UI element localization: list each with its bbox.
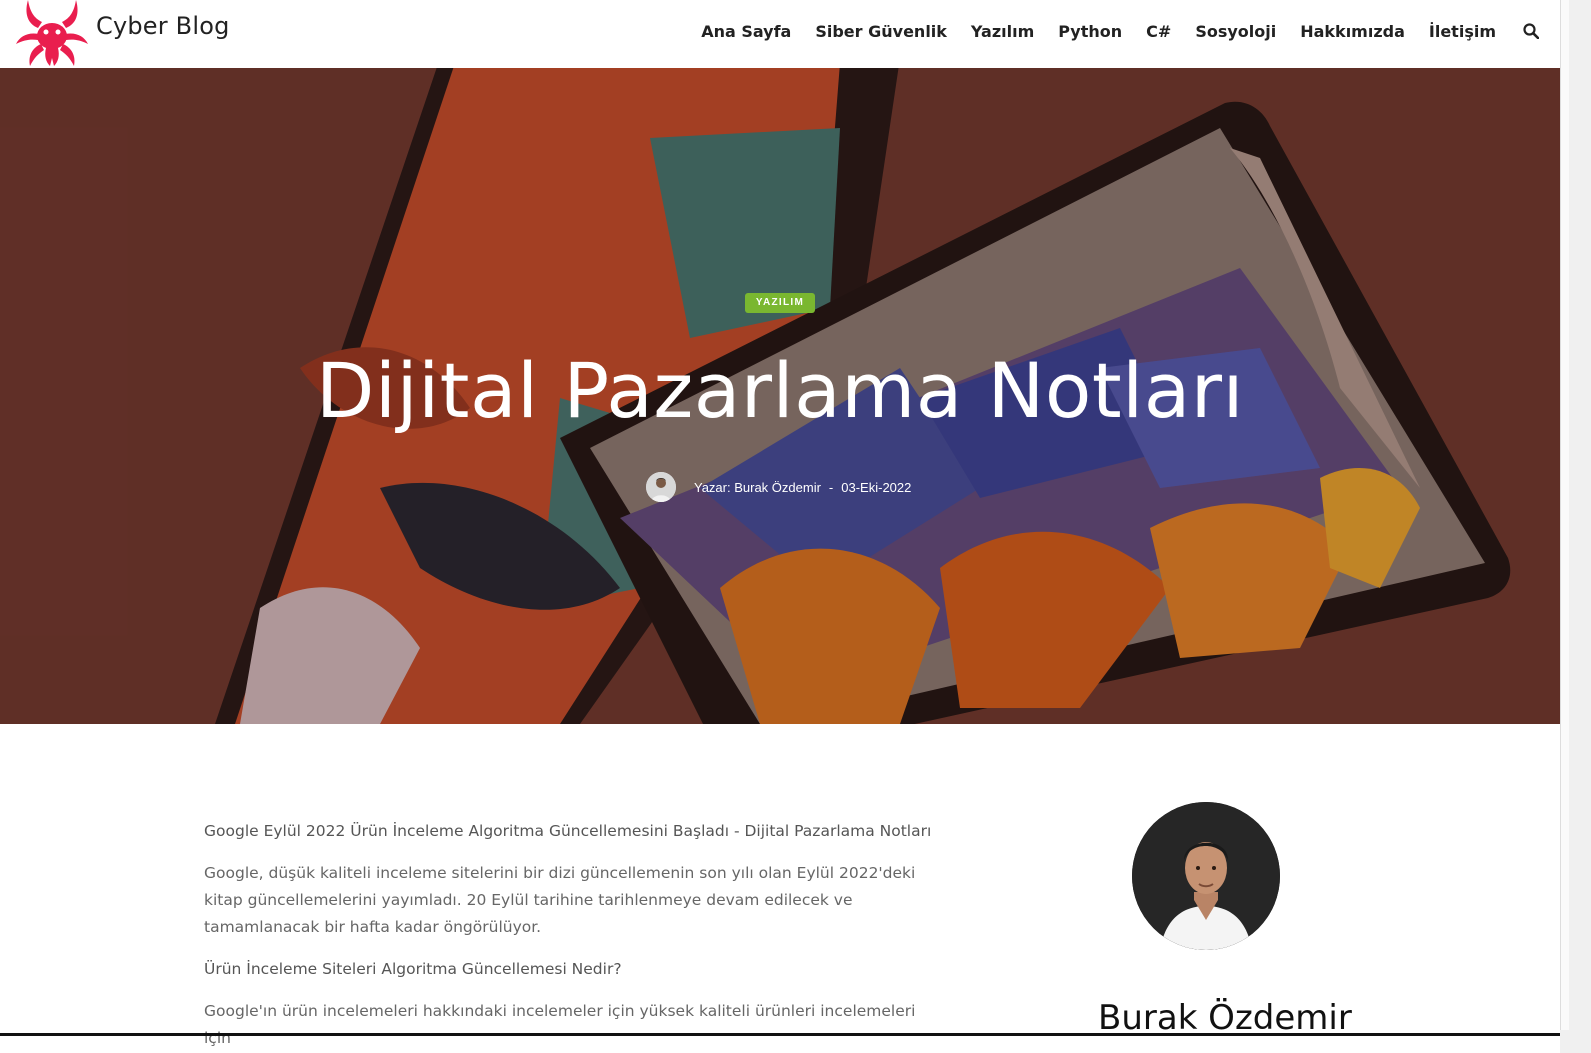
- author-avatar[interactable]: [646, 472, 676, 502]
- article-paragraph: Google Eylül 2022 Ürün İnceleme Algoritm…: [204, 822, 932, 840]
- profile-name: Burak Özdemir: [1098, 998, 1352, 1038]
- bottom-divider: [0, 1033, 1560, 1036]
- post-date: 03-Eki-2022: [841, 479, 912, 495]
- profile-avatar[interactable]: [1132, 802, 1280, 950]
- page-scrollbar[interactable]: [1560, 0, 1591, 1053]
- meta-separator: -: [828, 479, 834, 495]
- article-paragraph: Google, düşük kaliteli inceleme siteleri…: [204, 864, 916, 936]
- search-icon[interactable]: [1520, 20, 1542, 42]
- nav-item-ana-sayfa[interactable]: Ana Sayfa: [701, 22, 791, 41]
- author-link[interactable]: Yazar: Burak Özdemir: [694, 480, 821, 495]
- hero-banner: YAZILIM Dijital Pazarlama Notları Yazar:…: [0, 68, 1560, 724]
- nav-item-python[interactable]: Python: [1058, 22, 1122, 41]
- nav-item-siber-guvenlik[interactable]: Siber Güvenlik: [815, 22, 947, 41]
- article-subheading: Ürün İnceleme Siteleri Algoritma Güncell…: [204, 960, 622, 978]
- article-content: Google Eylül 2022 Ürün İnceleme Algoritm…: [204, 818, 934, 1053]
- scrollbar-thumb[interactable]: [1560, 0, 1569, 1030]
- nav-item-csharp[interactable]: C#: [1146, 22, 1171, 41]
- site-title[interactable]: Cyber Blog: [96, 12, 230, 40]
- post-title: Dijital Pazarlama Notları: [315, 346, 1245, 435]
- article-paragraph: Google'ın ürün incelemeleri hakkındaki i…: [204, 1002, 916, 1047]
- main-nav: Ana Sayfa Siber Güvenlik Yazılım Python …: [701, 18, 1560, 44]
- category-badge[interactable]: YAZILIM: [745, 293, 815, 313]
- post-meta: Yazar: Burak Özdemir - 03-Eki-2022: [646, 472, 911, 502]
- nav-item-hakkimizda[interactable]: Hakkımızda: [1300, 22, 1405, 41]
- nav-item-iletisim[interactable]: İletişim: [1429, 22, 1496, 41]
- nav-item-sosyoloji[interactable]: Sosyoloji: [1195, 22, 1276, 41]
- logo-icon[interactable]: [16, 0, 88, 68]
- nav-item-yazilim[interactable]: Yazılım: [971, 22, 1034, 41]
- site-header: Cyber Blog Ana Sayfa Siber Güvenlik Yazı…: [0, 0, 1560, 68]
